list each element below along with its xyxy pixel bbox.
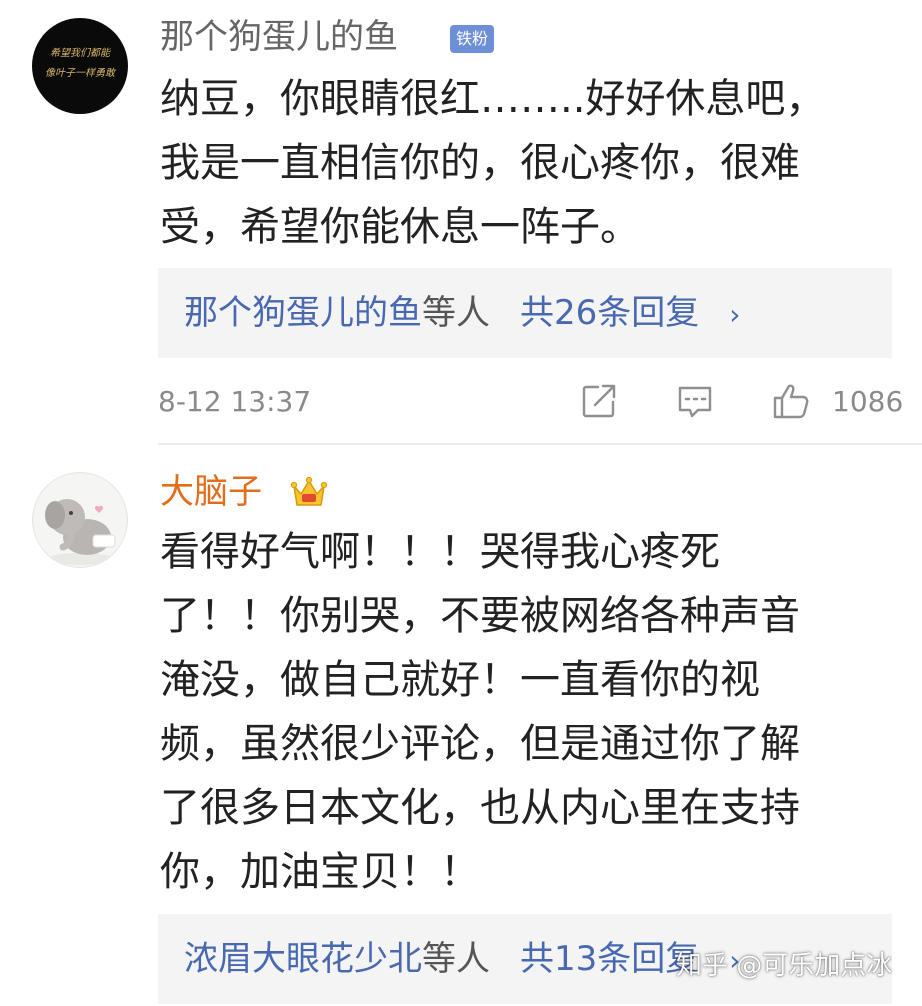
timestamp: 8-12 13:37	[158, 385, 312, 418]
comment-line: 我是一直相信你的，很心疼你，很难	[160, 140, 800, 186]
avatar-text-line-1: 希望我们都能	[50, 48, 110, 59]
comment-line: 你，加油宝贝！！	[160, 849, 480, 895]
share-icon[interactable]	[580, 382, 618, 420]
comment-line: 了！！你别哭，不要被网络各种声音	[160, 593, 800, 639]
crown-icon	[290, 476, 328, 506]
comment-line: 淹没，做自己就好！一直看你的视	[160, 657, 760, 703]
avatar-text-line-2: 像叶子一样勇敢	[45, 68, 115, 79]
comment-line: 纳豆，你眼睛很红……..好好休息吧，	[160, 76, 826, 122]
watermark: 知乎 @可乐加点冰	[676, 951, 893, 981]
fan-badge: 铁粉	[450, 25, 495, 53]
like-count: 1086	[832, 385, 904, 418]
comment-body: 看得好气啊！！！哭得我心疼死 了！！你别哭，不要被网络各种声音 淹没，做自己就好…	[160, 520, 900, 904]
comment-line: 了很多日本文化，也从内心里在支持	[160, 785, 800, 831]
avatar[interactable]	[32, 472, 128, 568]
comment-icon[interactable]	[676, 382, 714, 420]
reply-others: 等人	[422, 293, 490, 333]
username[interactable]: 大脑子	[160, 470, 262, 514]
reply-summary-text: 浓眉大眼花少北等人 共13条回复 ›	[184, 937, 740, 983]
comment-line: 频，虽然很少评论，但是通过你了解	[160, 721, 800, 767]
comment-meta: 8-12 13:37 1086	[158, 380, 903, 424]
reply-count[interactable]: 共26条回复	[520, 293, 699, 333]
comment-body: 纳豆，你眼睛很红……..好好休息吧， 我是一直相信你的，很心疼你，很难 受，希望…	[160, 67, 900, 259]
reply-names[interactable]: 浓眉大眼花少北	[184, 939, 422, 979]
reply-summary[interactable]: 那个狗蛋儿的鱼等人 共26条回复 ›	[158, 268, 892, 358]
reply-summary-text: 那个狗蛋儿的鱼等人 共26条回复 ›	[184, 291, 740, 337]
divider	[158, 443, 922, 445]
reply-others: 等人	[422, 939, 490, 979]
comment-line: 受，希望你能休息一阵子。	[160, 204, 640, 250]
avatar[interactable]: 希望我们都能 像叶子一样勇敢	[32, 18, 128, 114]
reply-names[interactable]: 那个狗蛋儿的鱼	[184, 293, 422, 333]
avatar-calligraphy: 希望我们都能 像叶子一样勇敢	[42, 44, 118, 84]
chevron-right-icon[interactable]: ›	[729, 298, 740, 331]
username[interactable]: 那个狗蛋儿的鱼	[160, 15, 398, 59]
thumbs-up-icon[interactable]	[772, 382, 810, 420]
reply-count[interactable]: 共13条回复	[520, 939, 699, 979]
elephant-avatar-icon	[45, 499, 116, 565]
comment-line: 看得好气啊！！！哭得我心疼死	[160, 529, 720, 575]
